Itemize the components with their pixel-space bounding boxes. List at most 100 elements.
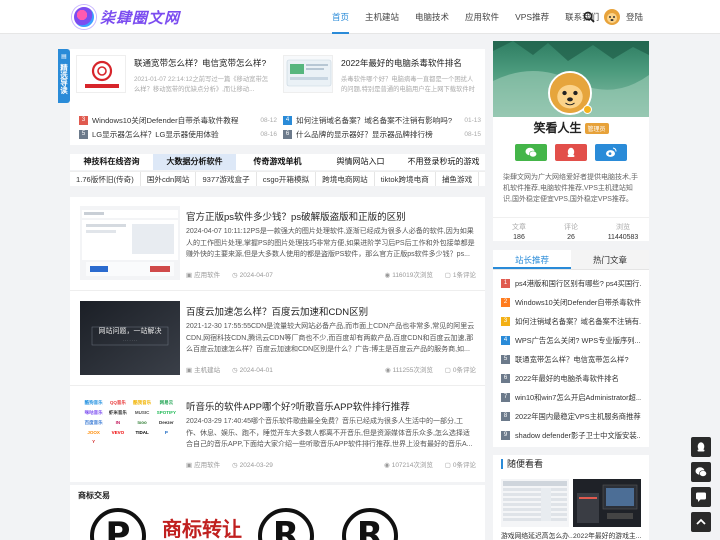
nav-hosting[interactable]: 主机建站 xyxy=(365,0,399,34)
random-thumb[interactable] xyxy=(501,479,569,527)
article-item[interactable]: 酷狗音乐 QQ音乐 酷我音乐 网易云 咪咕音乐 虾米音乐 MUSIC SPOTIFY 百度音乐 I… xyxy=(70,387,485,481)
list-item[interactable]: 5 联通宽带怎么样？电信宽带怎么样? xyxy=(501,350,641,369)
qq-button[interactable] xyxy=(555,144,587,161)
link-item[interactable]: tiktok跨境电商 xyxy=(375,172,436,186)
featured-item[interactable]: 2022年最好的电脑杀毒软件排名 杀毒软件哪个好？电脑病毒一直都是一个困扰人的问… xyxy=(277,55,475,105)
article-item[interactable]: 网站问题，一站解决 · · · · · · · 百度云加速怎么样？百度云加速和C… xyxy=(70,292,485,386)
list-item[interactable]: 3 Windows10关闭Defender自带杀毒软件教程 08-12 xyxy=(79,113,277,127)
article-thumb-ps[interactable] xyxy=(80,206,180,280)
float-qq-button[interactable] xyxy=(691,437,711,457)
recommend-title[interactable]: 2022年国内最稳定VPS主机服务商推荐 xyxy=(515,412,641,422)
float-wechat-button[interactable] xyxy=(691,462,711,482)
back-to-top-button[interactable] xyxy=(691,512,711,532)
stat-views: 浏览 11440583 xyxy=(597,222,649,241)
link-item[interactable]: 国外cdn网站 xyxy=(141,172,197,186)
tab-category[interactable]: 神技科在线咨询 xyxy=(70,154,153,170)
site-logo[interactable]: 柒肆圈文网 xyxy=(72,5,180,29)
link-item[interactable]: csgo开箱模拟 xyxy=(257,172,317,186)
recommend-title[interactable]: win10和win7怎么开启Administrator超... xyxy=(515,393,641,403)
article-title[interactable]: 官方正版ps软件多少钱？ps破解版盗版和正版的区别 xyxy=(186,209,406,223)
list-item[interactable]: 4 WPS广告怎么关闭? WPS专业版序列... xyxy=(501,331,641,350)
nav-home[interactable]: 首页 xyxy=(332,0,350,34)
article-comments[interactable]: 0条评论 xyxy=(453,367,476,374)
hot-title[interactable]: 如何注销域名备案？域名备案不注销有影响吗? xyxy=(296,115,461,126)
clock-icon: ◷ xyxy=(231,462,238,469)
list-item[interactable]: 6 2022年最好的电脑杀毒软件排名 xyxy=(501,369,641,388)
float-comment-button[interactable] xyxy=(691,487,711,507)
recommend-title[interactable]: 2022年最好的电脑杀毒软件排名 xyxy=(515,374,619,384)
user-avatar[interactable] xyxy=(604,9,620,25)
link-item[interactable]: 1.76版怀旧(传奇) xyxy=(70,172,141,186)
random-caption[interactable]: 2022年最好的游戏主... xyxy=(573,530,645,540)
featured-guide-tab[interactable]: ▤ 精选导读 xyxy=(58,49,70,103)
featured-thumb-unicom[interactable] xyxy=(76,55,126,93)
list-item[interactable]: 4 如何注销域名备案？域名备案不注销有影响吗? 01-13 xyxy=(283,113,481,127)
trademark-image[interactable]: R xyxy=(330,504,410,540)
tab-category[interactable]: 不用登录秒玩的游戏 xyxy=(402,154,485,170)
wechat-button[interactable] xyxy=(515,144,547,161)
article-comments[interactable]: 0条评论 xyxy=(453,462,476,469)
tab-category[interactable]: 传奇游戏单机 xyxy=(236,154,319,170)
svg-text:R: R xyxy=(357,515,383,540)
recommend-title[interactable]: shadow defender影子卫士中文版安装... xyxy=(515,431,641,441)
list-item[interactable]: 2 Windows10关闭Defender自带杀毒软件教程 xyxy=(501,293,641,312)
recommend-title[interactable]: Windows10关闭Defender自带杀毒软件教程 xyxy=(515,298,641,308)
article-category[interactable]: 主机建站 xyxy=(194,367,220,374)
list-item[interactable]: 5 LG显示器怎么样？LG显示器使用体验 08-16 xyxy=(79,127,277,141)
article-thumb-cdn[interactable]: 网站问题，一站解决 · · · · · · · xyxy=(80,301,180,375)
category-tabs: 神技科在线咨询 大数据分析软件 传奇游戏单机 舆情网站入口 不用登录秒玩的游戏 xyxy=(70,154,485,170)
trademark-image[interactable]: P xyxy=(78,504,158,540)
list-item[interactable]: 8 2022年国内最稳定VPS主机服务商推荐 xyxy=(501,407,641,426)
random-caption[interactable]: 游戏网络延迟高怎么办... xyxy=(501,530,573,540)
featured-item[interactable]: 联通宽带怎么样？电信宽带怎么样? 2021-01-07 22:14:12之前写过… xyxy=(70,55,268,105)
trademark-image[interactable]: R xyxy=(246,504,326,540)
recommend-title[interactable]: 联通宽带怎么样？电信宽带怎么样? xyxy=(515,355,629,365)
trademark-image[interactable]: 商标转让 xyxy=(162,504,242,540)
article-category[interactable]: 应用软件 xyxy=(194,462,220,469)
tab-category-active[interactable]: 大数据分析软件 xyxy=(153,154,236,170)
link-item[interactable]: 9377游戏盒子 xyxy=(196,172,257,186)
nav-vps[interactable]: VPS推荐 xyxy=(515,0,549,34)
list-item[interactable]: 7 win10和win7怎么开启Administrator超... xyxy=(501,388,641,407)
article-item[interactable]: 官方正版ps软件多少钱？ps破解版盗版和正版的区别 2024-04-07 10:… xyxy=(70,197,485,291)
nav-software[interactable]: 应用软件 xyxy=(465,0,499,34)
article-title[interactable]: 听音乐的软件APP哪个好?听歌音乐APP软件排行推荐 xyxy=(186,399,410,413)
qq-icon xyxy=(567,147,575,157)
chevron-up-icon xyxy=(696,518,706,525)
login-link[interactable]: 登陆 xyxy=(626,0,643,34)
article-meta: ▣ 应用软件 ◷ 2024-04-07 ◉ 116019次浏览 ▢ 1条评论 xyxy=(186,269,476,279)
link-item[interactable]: 跨境电商网站 xyxy=(316,172,375,186)
admin-badge: 管理员 xyxy=(584,123,609,135)
list-item[interactable]: 6 什么品牌的显示器好？显示器品牌排行榜 08-15 xyxy=(283,127,481,141)
tab-recommend[interactable]: 站长推荐 xyxy=(493,250,571,269)
hot-title[interactable]: LG显示器怎么样？LG显示器使用体验 xyxy=(92,129,257,140)
nav-tech[interactable]: 电脑技术 xyxy=(415,0,449,34)
featured-title[interactable]: 联通宽带怎么样？电信宽带怎么样? xyxy=(134,57,274,69)
tab-category[interactable]: 舆情网站入口 xyxy=(319,154,402,170)
article-title[interactable]: 百度云加速怎么样？百度云加速和CDN区别 xyxy=(186,304,368,318)
hot-title[interactable]: 什么品牌的显示器好？显示器品牌排行榜 xyxy=(296,129,461,140)
recommend-title[interactable]: ps4港版和国行区别有哪些? ps4买国行... xyxy=(515,279,641,289)
tab-hot[interactable]: 热门文章 xyxy=(571,250,649,269)
featured-title[interactable]: 2022年最好的电脑杀毒软件排名 xyxy=(341,57,481,69)
article-category[interactable]: 应用软件 xyxy=(194,272,220,279)
weibo-button[interactable] xyxy=(595,144,627,161)
list-item[interactable]: 1 ps4港版和国行区别有哪些? ps4买国行... xyxy=(501,274,641,293)
search-icon[interactable] xyxy=(583,11,595,23)
article-thumb-music[interactable]: 酷狗音乐 QQ音乐 酷我音乐 网易云 咪咕音乐 虾米音乐 MUSIC SPOTIFY 百度音乐 I… xyxy=(80,396,180,470)
recommend-title[interactable]: WPS广告怎么关闭? WPS专业版序列... xyxy=(515,336,641,346)
article-date: 2024-04-07 xyxy=(239,272,273,279)
music-app-logo: Y xyxy=(92,439,96,444)
list-item[interactable]: 9 shadow defender影子卫士中文版安装... xyxy=(501,426,641,445)
rank-badge: 3 xyxy=(501,317,510,326)
featured-thumb-antivirus[interactable] xyxy=(283,55,333,93)
random-thumb[interactable] xyxy=(573,479,641,527)
hot-title[interactable]: Windows10关闭Defender自带杀毒软件教程 xyxy=(92,115,257,126)
link-item[interactable]: 捕鱼游戏 xyxy=(436,172,480,186)
music-app-logo: 网易云 xyxy=(159,400,174,405)
recommend-title[interactable]: 如何注销域名备案？域名备案不注销有... xyxy=(515,317,641,327)
logo-icon xyxy=(72,5,96,29)
list-item[interactable]: 3 如何注销域名备案？域名备案不注销有... xyxy=(501,312,641,331)
author-stats: 文章 186 评论 26 浏览 11440583 xyxy=(493,217,649,241)
article-comments[interactable]: 1条评论 xyxy=(453,272,476,279)
